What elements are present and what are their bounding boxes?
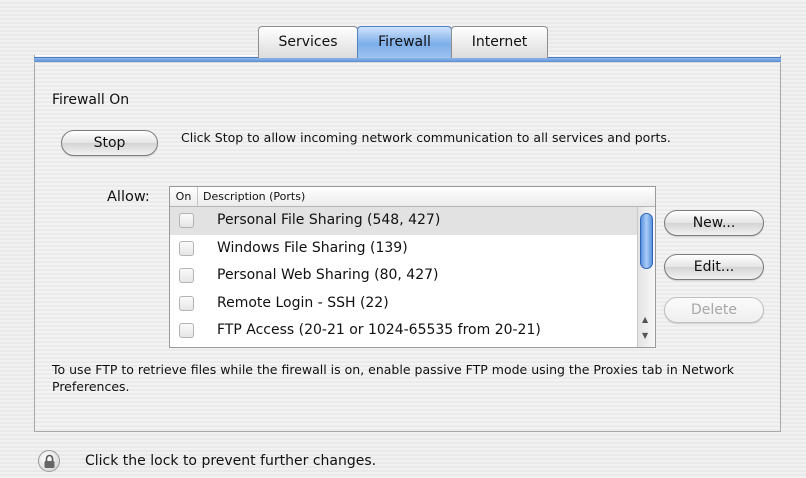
service-description: Personal File Sharing (548, 427) bbox=[217, 212, 441, 228]
service-description: FTP Access (20-21 or 1024-65535 from 20-… bbox=[217, 322, 541, 338]
service-row[interactable]: Personal File Sharing (548, 427) bbox=[170, 207, 637, 235]
services-list[interactable]: On Description (Ports) Personal File Sha… bbox=[169, 186, 656, 348]
service-row[interactable]: Remote Login - SSH (22) bbox=[170, 290, 637, 318]
column-header-on[interactable]: On bbox=[170, 187, 198, 206]
service-row[interactable]: FTP Access (20-21 or 1024-65535 from 20-… bbox=[170, 317, 637, 345]
service-row[interactable]: Windows File Sharing (139) bbox=[170, 235, 637, 263]
stop-button[interactable]: Stop bbox=[61, 130, 158, 156]
firewall-status-title: Firewall On bbox=[52, 92, 130, 108]
new-button[interactable]: New... bbox=[664, 210, 764, 236]
tab-bar: Services Firewall Internet bbox=[258, 26, 548, 58]
tab-internet[interactable]: Internet bbox=[451, 26, 548, 58]
service-checkbox[interactable] bbox=[179, 240, 194, 256]
lock-icon[interactable] bbox=[38, 450, 60, 472]
scroll-down-arrow-icon[interactable]: ▼ bbox=[642, 331, 648, 340]
service-checkbox[interactable] bbox=[179, 323, 194, 338]
delete-button[interactable]: Delete bbox=[664, 297, 764, 323]
tab-services[interactable]: Services bbox=[258, 26, 358, 58]
scroll-up-arrow-icon[interactable]: ▲ bbox=[642, 315, 648, 324]
list-scrollbar[interactable]: ▲ ▼ bbox=[637, 207, 655, 347]
service-checkbox[interactable] bbox=[179, 213, 194, 228]
edit-button[interactable]: Edit... bbox=[664, 254, 764, 280]
service-checkbox[interactable] bbox=[179, 295, 194, 311]
scroll-thumb[interactable] bbox=[640, 213, 653, 269]
list-header: On Description (Ports) bbox=[170, 187, 655, 207]
service-checkbox[interactable] bbox=[179, 268, 194, 283]
service-description: Windows File Sharing (139) bbox=[217, 239, 408, 256]
service-description: Personal Web Sharing (80, 427) bbox=[217, 267, 439, 283]
service-row[interactable]: Personal Web Sharing (80, 427) bbox=[170, 262, 637, 290]
lock-instruction: Click the lock to prevent further change… bbox=[85, 453, 377, 469]
tab-firewall[interactable]: Firewall bbox=[357, 26, 452, 58]
service-rows: Personal File Sharing (548, 427) Windows… bbox=[170, 207, 637, 345]
service-description: Remote Login - SSH (22) bbox=[217, 294, 389, 311]
stop-description: Click Stop to allow incoming network com… bbox=[181, 130, 671, 145]
ftp-note: To use FTP to retrieve files while the f… bbox=[52, 362, 734, 394]
allow-label: Allow: bbox=[107, 189, 150, 205]
column-header-description[interactable]: Description (Ports) bbox=[203, 187, 305, 206]
